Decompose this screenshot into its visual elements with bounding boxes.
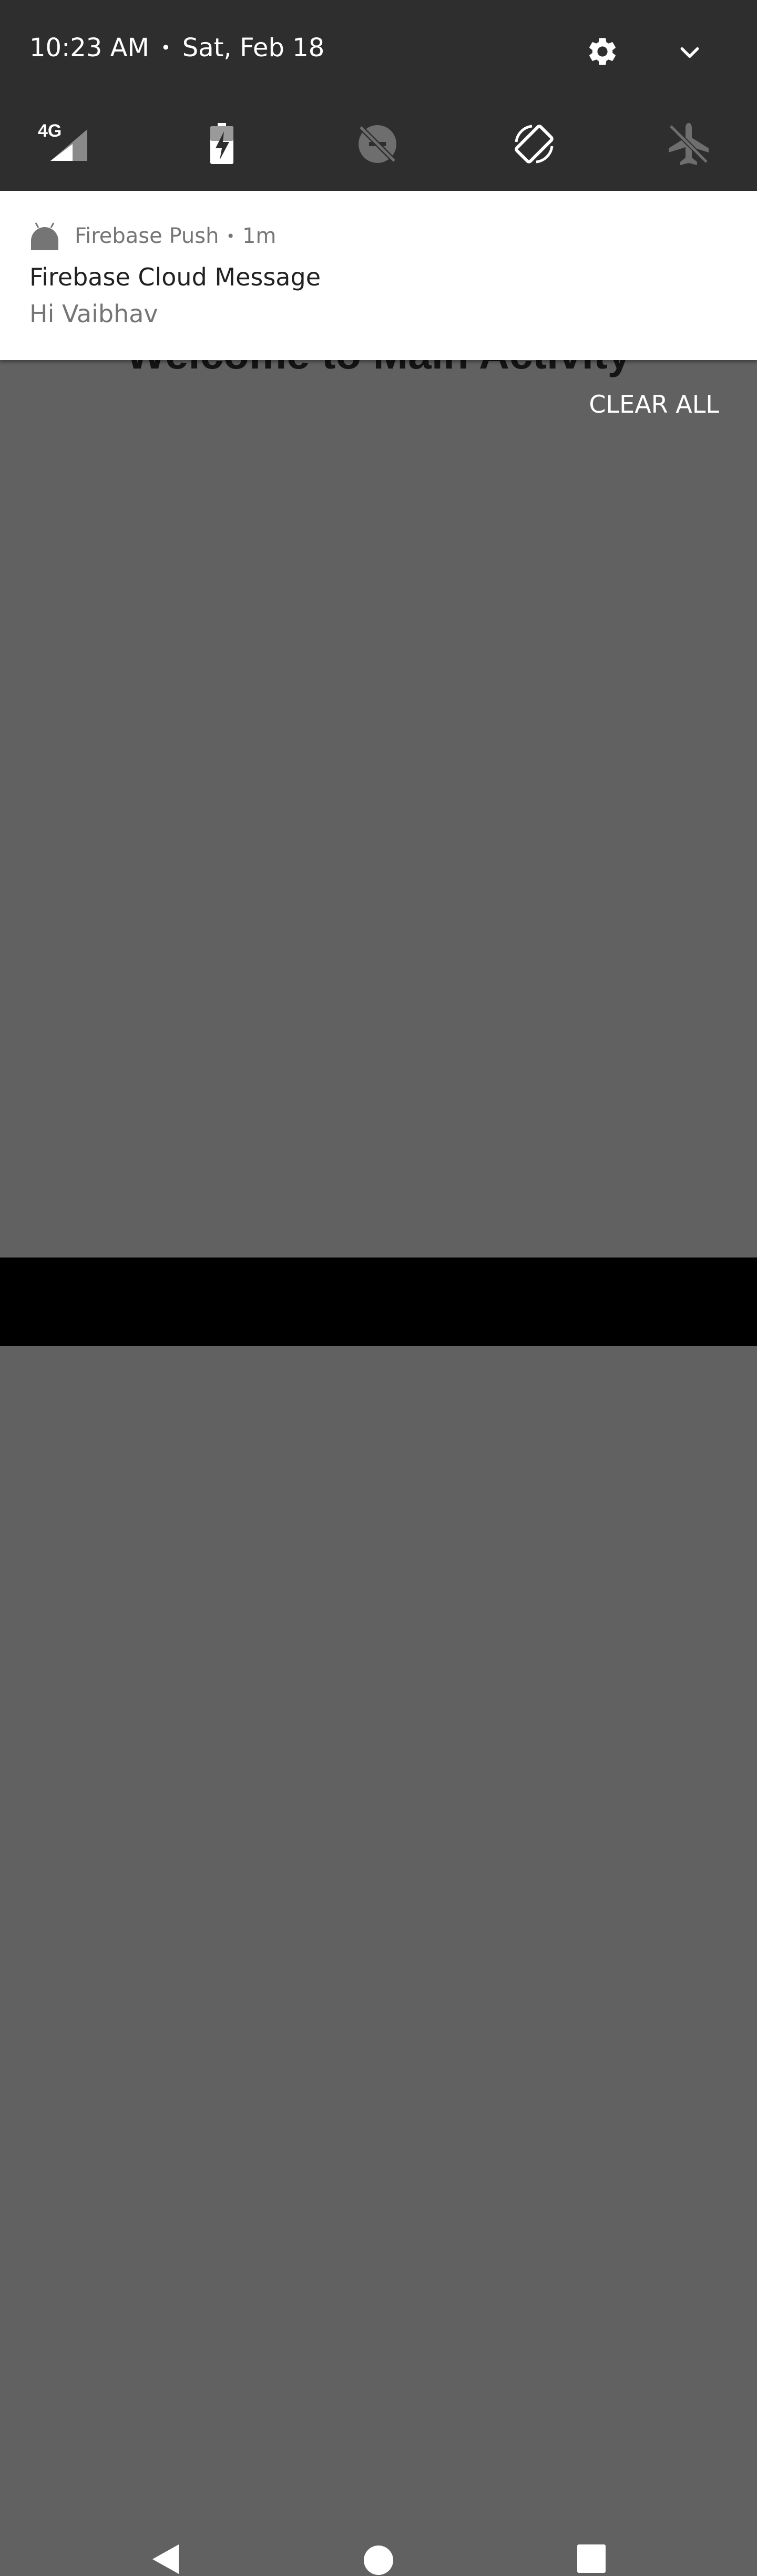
notification-title: Firebase Cloud Message: [29, 263, 321, 291]
status-date: Sat, Feb 18: [182, 33, 325, 63]
battery-charging-icon[interactable]: [197, 119, 247, 169]
notification-header: Firebase Push • 1m: [29, 220, 276, 252]
status-datetime: 10:23 AM • Sat, Feb 18: [29, 30, 324, 65]
back-triangle-icon[interactable]: [151, 2543, 181, 2575]
separator-dot: •: [226, 227, 235, 245]
do-not-disturb-off-icon[interactable]: [352, 119, 403, 169]
notification-app-name: Firebase Push: [75, 224, 219, 248]
qs-4g-badge: 4G: [38, 121, 62, 141]
separator-dot: •: [160, 38, 171, 58]
notification-shade-header: 10:23 AM • Sat, Feb 18 4G: [0, 0, 757, 191]
navigation-bar: [0, 1258, 757, 2575]
airplane-off-icon[interactable]: [663, 119, 714, 169]
screen-rotation-icon[interactable]: [509, 119, 559, 169]
clear-all-button[interactable]: CLEAR ALL: [589, 390, 719, 418]
recents-square-icon[interactable]: [577, 2544, 606, 2573]
signal-4g-icon[interactable]: 4G: [38, 119, 88, 169]
chevron-down-icon[interactable]: [678, 41, 701, 64]
status-time: 10:23 AM: [29, 33, 149, 63]
notification-text: Hi Vaibhav: [29, 300, 158, 328]
gear-icon[interactable]: [586, 35, 619, 68]
android-icon: [31, 222, 58, 250]
home-circle-icon[interactable]: [363, 2544, 394, 2576]
notification-time: 1m: [242, 224, 277, 248]
